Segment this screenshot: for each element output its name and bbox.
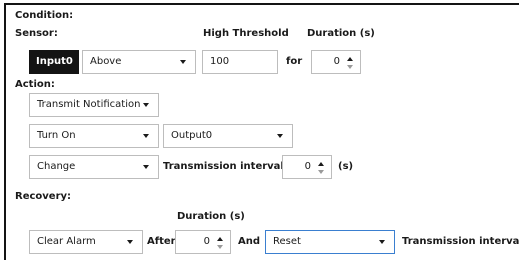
threshold-value: 100 bbox=[210, 56, 230, 67]
spin-up-icon[interactable] bbox=[217, 237, 223, 241]
for-label: for bbox=[286, 56, 303, 67]
clear-alarm-dropdown[interactable]: Clear Alarm bbox=[29, 230, 143, 254]
sensor-label: Sensor: bbox=[15, 28, 58, 39]
chevron-down-icon bbox=[143, 134, 149, 138]
threshold-input[interactable]: 100 bbox=[202, 50, 278, 74]
turn-on-value: Turn On bbox=[37, 130, 76, 141]
chevron-down-icon bbox=[143, 103, 149, 107]
recovery-title: Recovery: bbox=[15, 191, 72, 202]
recovery-duration-label: Duration (s) bbox=[177, 211, 245, 222]
spin-down-icon[interactable] bbox=[347, 65, 353, 69]
chevron-down-icon bbox=[180, 60, 186, 64]
high-threshold-label: High Threshold bbox=[203, 28, 289, 39]
comparison-value: Above bbox=[90, 56, 122, 67]
condition-duration-stepper[interactable]: 0 bbox=[311, 50, 361, 74]
recovery-duration-value: 0 bbox=[203, 236, 210, 247]
notification-dropdown[interactable]: Transmit Notification bbox=[29, 93, 159, 117]
spin-down-icon[interactable] bbox=[217, 245, 223, 249]
notification-value: Transmit Notification bbox=[37, 99, 141, 110]
action-title: Action: bbox=[15, 79, 55, 90]
change-value: Change bbox=[37, 161, 76, 172]
reset-dropdown[interactable]: Reset bbox=[265, 230, 395, 254]
output-value: Output0 bbox=[171, 130, 213, 141]
condition-duration-label: Duration (s) bbox=[307, 28, 375, 39]
sensor-input-badge[interactable]: Input0 bbox=[29, 50, 79, 74]
chevron-down-icon bbox=[379, 240, 385, 244]
interval-value: 0 bbox=[304, 161, 311, 172]
spin-up-icon[interactable] bbox=[318, 162, 324, 166]
chevron-down-icon bbox=[127, 240, 133, 244]
comparison-dropdown[interactable]: Above bbox=[82, 50, 196, 74]
clear-alarm-value: Clear Alarm bbox=[37, 236, 96, 247]
chevron-down-icon bbox=[277, 134, 283, 138]
condition-duration-value: 0 bbox=[333, 56, 340, 67]
change-dropdown[interactable]: Change bbox=[29, 155, 159, 179]
output-dropdown[interactable]: Output0 bbox=[163, 124, 293, 148]
condition-title: Condition: bbox=[15, 10, 74, 21]
and-label: And bbox=[238, 236, 261, 247]
interval-stepper[interactable]: 0 bbox=[282, 155, 332, 179]
turn-on-dropdown[interactable]: Turn On bbox=[29, 124, 159, 148]
after-label: After bbox=[147, 236, 176, 247]
reset-value: Reset bbox=[273, 236, 301, 247]
spin-up-icon[interactable] bbox=[347, 57, 353, 61]
recovery-transmission-interval-label: Transmission interval bbox=[402, 236, 519, 247]
recovery-duration-stepper[interactable]: 0 bbox=[175, 230, 231, 254]
transmission-interval-to-label: Transmission interval to bbox=[163, 161, 299, 172]
interval-unit-label: (s) bbox=[338, 161, 354, 172]
spin-down-icon[interactable] bbox=[318, 170, 324, 174]
chevron-down-icon bbox=[143, 165, 149, 169]
